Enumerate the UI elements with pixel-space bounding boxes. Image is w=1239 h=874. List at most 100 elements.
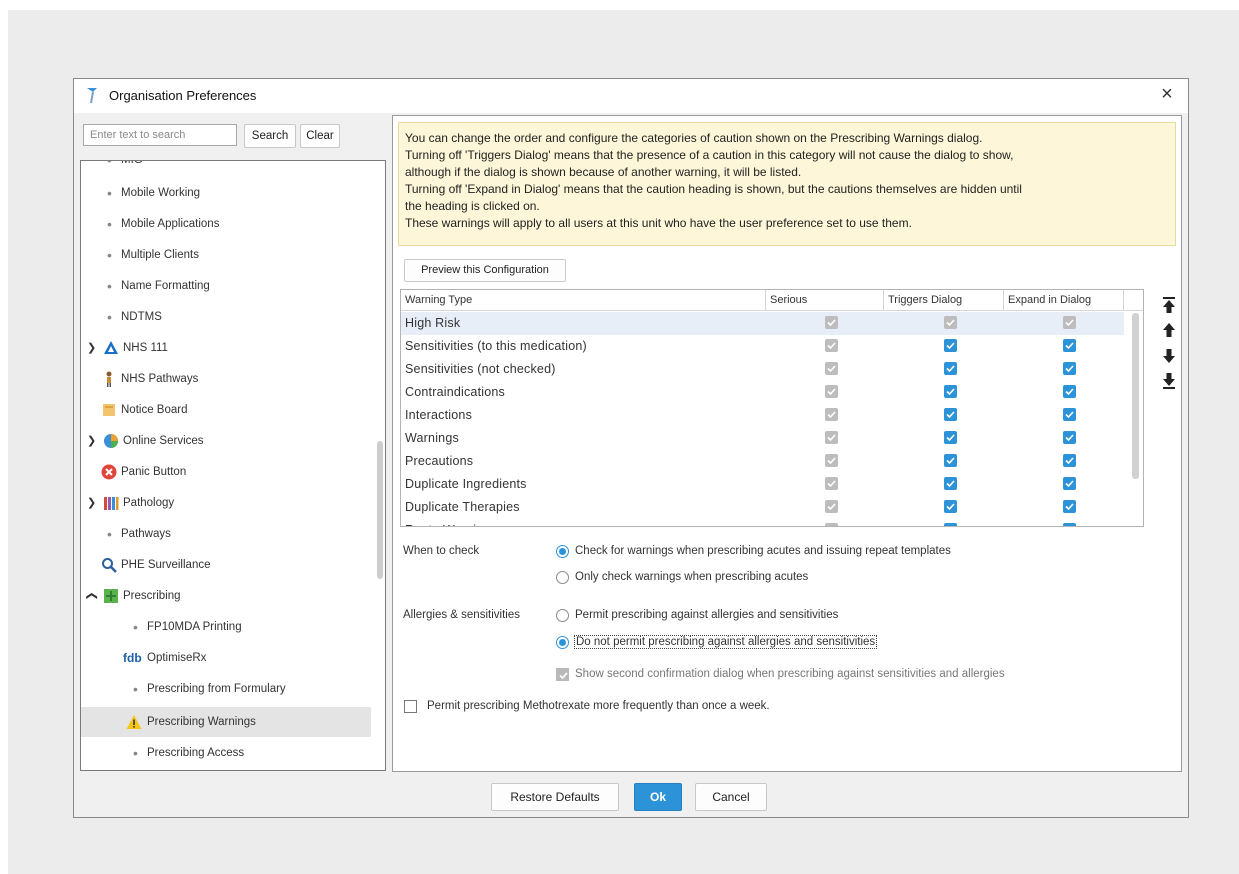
close-button[interactable]: × xyxy=(1156,83,1178,105)
tree-item-panic-button[interactable]: Panic Button xyxy=(81,457,371,487)
move-top-icon[interactable] xyxy=(1161,296,1177,314)
tree-item-prescribing-from-formulary[interactable]: • Prescribing from Formulary xyxy=(81,674,371,704)
tree-item-prescribing-access[interactable]: • Prescribing Access xyxy=(81,738,371,768)
column-header-warning-type[interactable]: Warning Type xyxy=(401,290,766,310)
expand-checkbox[interactable] xyxy=(1063,477,1076,490)
restore-defaults-button[interactable]: Restore Defaults xyxy=(491,783,619,811)
tree-item-prescribing-warnings[interactable]: Prescribing Warnings xyxy=(81,707,371,737)
tree-item-pathways[interactable]: • Pathways xyxy=(81,519,371,549)
column-header-expand-in-dialog[interactable]: Expand in Dialog xyxy=(1004,290,1124,310)
tree-item-prescribing[interactable]: ❯ Prescribing xyxy=(81,581,371,611)
table-row[interactable]: Duplicate Ingredients xyxy=(401,473,1124,496)
triggers-checkbox[interactable] xyxy=(944,477,957,490)
move-down-icon[interactable] xyxy=(1161,347,1177,365)
tree-item-label: OptimiseRx xyxy=(147,652,207,664)
tree-item-fp10mda-printing[interactable]: • FP10MDA Printing xyxy=(81,612,371,642)
triggers-checkbox[interactable] xyxy=(944,523,957,526)
expand-checkbox[interactable] xyxy=(1063,523,1076,526)
clear-button[interactable]: Clear xyxy=(300,124,340,148)
tree-item-online-services[interactable]: ❯ Online Services xyxy=(81,426,371,456)
radio-do-not-permit-allergies[interactable] xyxy=(556,636,569,649)
second-confirmation-checkbox[interactable] xyxy=(556,668,569,681)
triggers-checkbox[interactable] xyxy=(944,385,957,398)
expand-checkbox[interactable] xyxy=(1063,454,1076,467)
bullet-icon: • xyxy=(107,160,112,168)
tree-scrollbar[interactable] xyxy=(377,441,383,579)
expand-checkbox[interactable] xyxy=(1063,431,1076,444)
radio-check-acutes-and-repeats[interactable] xyxy=(556,545,569,558)
tree-item-notice-board[interactable]: Notice Board xyxy=(81,395,371,425)
cancel-button[interactable]: Cancel xyxy=(695,783,767,811)
column-header-triggers-dialog[interactable]: Triggers Dialog xyxy=(884,290,1004,310)
triggers-checkbox[interactable] xyxy=(944,454,957,467)
check-icon xyxy=(1065,480,1074,488)
tree-item-label: Prescribing Access xyxy=(147,747,245,759)
check-icon xyxy=(946,411,955,419)
triggers-checkbox[interactable] xyxy=(944,500,957,513)
chevron-down-icon[interactable]: ❯ xyxy=(87,333,96,363)
tree-item-name-formatting[interactable]: • Name Formatting xyxy=(81,271,371,301)
check-icon xyxy=(1065,319,1074,327)
move-up-icon[interactable] xyxy=(1161,321,1177,339)
triggers-checkbox[interactable] xyxy=(944,431,957,444)
serious-checkbox xyxy=(825,454,838,467)
tree-item-mobile-applications[interactable]: • Mobile Applications xyxy=(81,209,371,239)
online-services-icon xyxy=(104,434,118,448)
tree-item-label: Panic Button xyxy=(121,466,187,478)
tree-item-nhs-111[interactable]: ❯ NHS 111 xyxy=(81,333,371,363)
allergies-label: Allergies & sensitivities xyxy=(403,609,520,621)
tree-item-phe-surveillance[interactable]: PHE Surveillance xyxy=(81,550,371,580)
tree-item-multiple-clients[interactable]: • Multiple Clients xyxy=(81,240,371,270)
radio-only-acutes[interactable] xyxy=(556,571,569,584)
move-bottom-icon[interactable] xyxy=(1161,372,1177,390)
serious-checkbox xyxy=(825,431,838,444)
triggers-checkbox[interactable] xyxy=(944,408,957,421)
search-button[interactable]: Search xyxy=(244,124,296,148)
table-row[interactable]: Interactions xyxy=(401,404,1124,427)
table-row[interactable]: Duplicate Therapies xyxy=(401,496,1124,519)
ok-button[interactable]: Ok xyxy=(634,783,682,811)
table-row[interactable]: Route Warnings xyxy=(401,519,1124,526)
triggers-checkbox[interactable] xyxy=(944,362,957,375)
radio-label: Permit prescribing against allergies and… xyxy=(575,609,839,621)
pathways-figure-icon xyxy=(106,371,112,387)
tree-item-label: Prescribing from Formulary xyxy=(147,683,286,695)
column-header-serious[interactable]: Serious xyxy=(766,290,884,310)
info-line: Turning off 'Triggers Dialog' means that… xyxy=(405,148,1014,162)
tree-item-pathology[interactable]: ❯ Pathology xyxy=(81,488,371,518)
table-row[interactable]: Sensitivities (to this medication) xyxy=(401,335,1124,358)
organisation-preferences-dialog: Organisation Preferences × Search Clear … xyxy=(73,78,1189,818)
prescribing-warnings-panel: You can change the order and configure t… xyxy=(392,115,1182,772)
table-row[interactable]: High Risk xyxy=(401,312,1124,335)
expand-checkbox[interactable] xyxy=(1063,408,1076,421)
table-row[interactable]: Contraindications xyxy=(401,381,1124,404)
table-header: Warning Type Serious Triggers Dialog Exp… xyxy=(401,290,1143,311)
preview-configuration-button[interactable]: Preview this Configuration xyxy=(404,259,566,282)
expand-checkbox[interactable] xyxy=(1063,362,1076,375)
triggers-checkbox[interactable] xyxy=(944,339,957,352)
table-row[interactable]: Sensitivities (not checked) xyxy=(401,358,1124,381)
expand-checkbox[interactable] xyxy=(1063,339,1076,352)
chevron-down-icon[interactable]: ❯ xyxy=(87,488,96,518)
expand-checkbox xyxy=(1063,316,1076,329)
notice-board-icon xyxy=(103,404,115,416)
tree-item-nhs-pathways[interactable]: NHS Pathways xyxy=(81,364,371,394)
tree-item-mig[interactable]: • MIG xyxy=(81,160,371,175)
expand-checkbox[interactable] xyxy=(1063,500,1076,513)
tree-item-label: Multiple Clients xyxy=(121,249,199,261)
chevron-down-icon[interactable]: ❯ xyxy=(87,426,96,456)
tree-item-optimiserx[interactable]: fdb OptimiseRx xyxy=(81,643,371,673)
tree-item-label: Mobile Applications xyxy=(121,218,220,230)
tree-item-label: MIG xyxy=(121,160,143,166)
tree-item-ndtms[interactable]: • NDTMS xyxy=(81,302,371,332)
tree-item-mobile-working[interactable]: • Mobile Working xyxy=(81,178,371,208)
table-scrollbar[interactable] xyxy=(1132,313,1139,479)
tree-item-label: Notice Board xyxy=(121,404,188,416)
table-row[interactable]: Warnings xyxy=(401,427,1124,450)
radio-permit-allergies[interactable] xyxy=(556,609,569,622)
table-row[interactable]: Precautions xyxy=(401,450,1124,473)
search-input[interactable] xyxy=(83,124,237,146)
check-icon xyxy=(946,365,955,373)
methotrexate-checkbox[interactable] xyxy=(404,700,417,713)
expand-checkbox[interactable] xyxy=(1063,385,1076,398)
